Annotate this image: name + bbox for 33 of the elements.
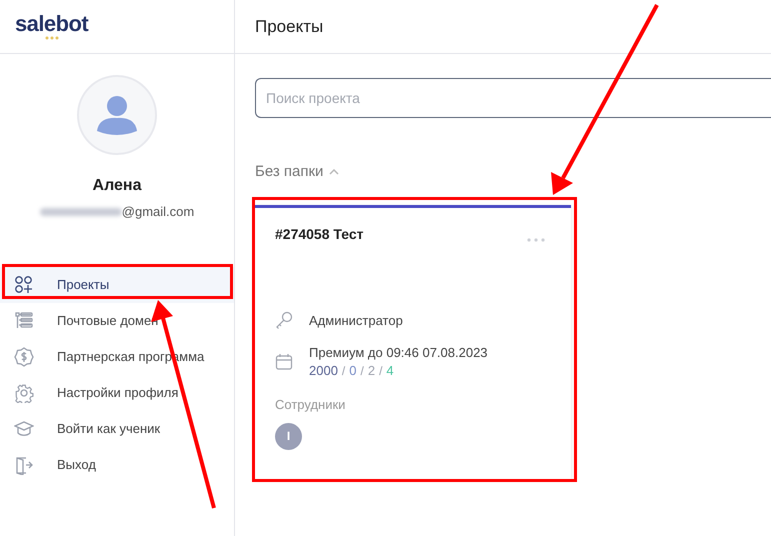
sidebar-item[interactable]: Войти как ученик [0, 410, 234, 446]
sidebar-item[interactable]: Выход [0, 446, 234, 482]
graduation-cap-icon [14, 418, 34, 438]
sidebar-item[interactable]: Настройки профиля [0, 374, 234, 410]
usage-count: 0 [349, 362, 356, 380]
role-text: Администратор [309, 312, 403, 330]
calendar-icon [275, 353, 293, 371]
key-icon [275, 311, 293, 330]
plan-text: Премиум до 09:46 07.08.2023 [309, 344, 488, 362]
folder-label: Без папки [255, 162, 324, 182]
list-icon [14, 310, 34, 330]
usage-count: 4 [386, 362, 394, 380]
separator-text: / [379, 363, 382, 380]
dollar-badge-icon [14, 346, 34, 366]
more-icon[interactable] [527, 238, 545, 242]
page-title: Проекты [255, 16, 324, 38]
usage-count: 2000 [309, 362, 338, 380]
sidebar-item[interactable]: Почтовые домен [0, 302, 234, 338]
chevron-icon[interactable] [329, 169, 340, 176]
usage-count: 2 [368, 362, 376, 380]
settings-icon [14, 382, 34, 402]
separator-text: / [342, 363, 346, 380]
project-title: #274058 Тест [275, 224, 364, 244]
grid-plus-icon [14, 274, 34, 294]
project-card[interactable]: #274058 Тест Администратор Премиум до 09:46 07.08.2023 2000 / 0 / 2 / 4 Сотрудники I [255, 204, 571, 478]
employee-avatar: I [275, 422, 302, 450]
user-email: @gmail.com [122, 203, 194, 221]
logout-icon [14, 454, 34, 474]
employees-label: Сотрудники [275, 396, 346, 414]
salebot-logo: salebot [15, 12, 88, 40]
separator-text: / [360, 363, 364, 380]
user-name: Алена [92, 176, 142, 196]
search-field[interactable]: Поиск проекта [255, 78, 771, 118]
